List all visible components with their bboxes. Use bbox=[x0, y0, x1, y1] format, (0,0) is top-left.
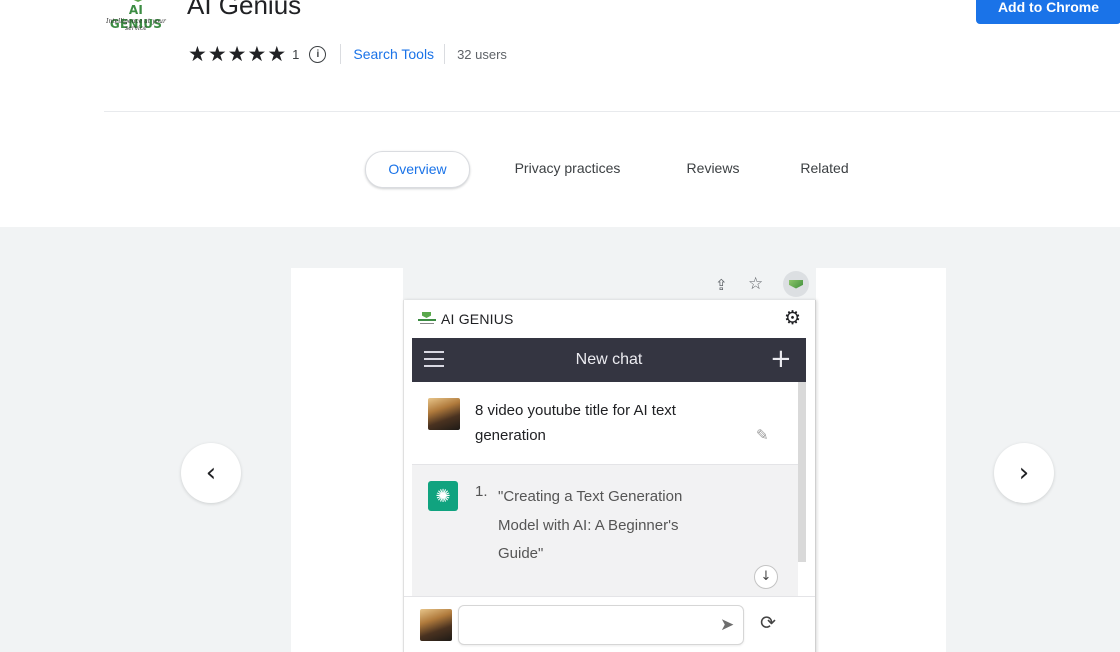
star-icon: ★ bbox=[247, 42, 267, 66]
chat-messages: 8 video youtube title for AI text genera… bbox=[412, 382, 806, 596]
tab-related[interactable]: Related bbox=[786, 151, 863, 186]
category-link[interactable]: Search Tools bbox=[353, 46, 434, 62]
message-composer: ➤ ⟳ bbox=[404, 596, 815, 652]
popup-logo-icon bbox=[418, 312, 436, 326]
extension-toolbar-icon bbox=[783, 271, 809, 297]
tab-bar: Overview Privacy practices Reviews Relat… bbox=[0, 151, 1120, 188]
assistant-message-text: "Creating a Text Generation Model with A… bbox=[498, 488, 683, 562]
extension-popup: AI GENIUS ⚙ New chat + 8 video youtube t… bbox=[403, 300, 816, 652]
extension-logo: AI GENIUS Intelligence at your service bbox=[104, 0, 168, 52]
extension-title: AI Genius bbox=[187, 0, 302, 20]
gallery-slide: ⇪ ☆ AI GENIUS ⚙ New chat + 8 video youtu… bbox=[291, 268, 946, 652]
chat-title-bar: New chat + bbox=[412, 338, 806, 382]
next-slide-button[interactable]: › bbox=[994, 443, 1054, 503]
logo-gem-icon bbox=[126, 0, 150, 2]
refresh-icon: ⟳ bbox=[760, 612, 776, 634]
arrow-down-icon: ↓ bbox=[754, 565, 778, 589]
hamburger-menu-icon bbox=[424, 351, 444, 367]
send-icon: ➤ bbox=[720, 615, 735, 635]
divider bbox=[444, 44, 446, 64]
chevron-left-icon: ‹ bbox=[205, 458, 217, 488]
add-to-chrome-button[interactable]: Add to Chrome bbox=[976, 0, 1120, 24]
user-message-text: 8 video youtube title for AI text genera… bbox=[475, 402, 676, 444]
user-avatar bbox=[428, 398, 460, 430]
tab-reviews[interactable]: Reviews bbox=[672, 151, 754, 186]
star-icon: ★ bbox=[188, 42, 207, 66]
list-number: 1. bbox=[475, 483, 488, 500]
star-icon: ★ bbox=[227, 42, 247, 66]
edit-icon: ✎ bbox=[756, 426, 769, 444]
info-icon[interactable]: i bbox=[309, 45, 327, 63]
previous-slide-button[interactable]: ‹ bbox=[181, 443, 241, 503]
divider bbox=[340, 44, 342, 64]
message-input bbox=[458, 605, 744, 645]
tab-privacy-practices[interactable]: Privacy practices bbox=[495, 151, 640, 186]
plus-icon: + bbox=[770, 344, 792, 374]
scrollbar-thumb bbox=[798, 382, 806, 562]
assistant-message: ✺ 1. "Creating a Text Generation Model w… bbox=[412, 464, 798, 596]
gear-icon: ⚙ bbox=[784, 307, 802, 329]
header-divider bbox=[104, 111, 1120, 112]
chat-title: New chat bbox=[575, 351, 643, 368]
share-icon: ⇪ bbox=[715, 277, 728, 294]
popup-title: AI GENIUS bbox=[441, 311, 514, 327]
logo-gem-icon bbox=[789, 279, 803, 289]
user-message: 8 video youtube title for AI text genera… bbox=[412, 382, 798, 464]
tab-overview[interactable]: Overview bbox=[365, 151, 470, 188]
star-outline-icon: ☆ bbox=[748, 274, 764, 293]
user-avatar bbox=[420, 609, 452, 641]
screenshot-gallery: ‹ › ⇪ ☆ AI GENIUS ⚙ New chat + 8 video y… bbox=[0, 227, 1120, 652]
popup-header: AI GENIUS ⚙ bbox=[404, 300, 815, 338]
star-icon: ★ bbox=[207, 42, 227, 66]
openai-logo-icon: ✺ bbox=[428, 481, 458, 511]
logo-tagline: Intelligence at your service bbox=[106, 18, 166, 32]
browser-toolbar: ⇪ ☆ bbox=[403, 268, 816, 300]
rating-count: 1 bbox=[292, 46, 300, 62]
star-icon: ★ bbox=[267, 42, 287, 66]
rating-row: ★ ★ ★ ★ ★ 1 i Search Tools 32 users bbox=[188, 43, 507, 65]
chevron-right-icon: › bbox=[1018, 458, 1030, 488]
users-count: 32 users bbox=[457, 46, 507, 62]
